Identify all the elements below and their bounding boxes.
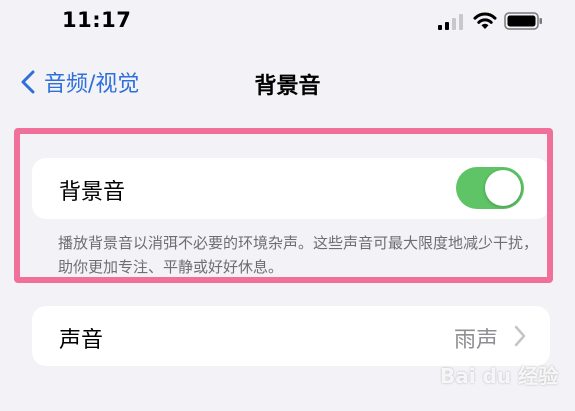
sound-value: 雨声 (453, 328, 498, 353)
chevron-right-icon (514, 325, 526, 347)
background-sounds-footnote: 播放背景音以消弭不必要的环境杂声。这些声音可最大限度地减少干扰，助你更加专注、平… (58, 234, 539, 276)
wifi-icon (473, 12, 497, 29)
page-title: 背景音 (254, 74, 321, 99)
status-time: 11:17 (62, 8, 132, 32)
status-bar: 11:17 (0, 0, 575, 46)
navigation-bar: 音频/视觉 背景音 (0, 58, 575, 106)
background-sounds-toggle[interactable] (456, 167, 524, 209)
background-sounds-row: 背景音 (32, 158, 550, 219)
sound-row[interactable]: 声音 雨声 (32, 306, 550, 366)
sound-label: 声音 (59, 328, 104, 353)
battery-icon (504, 12, 542, 30)
background-sounds-label: 背景音 (59, 180, 126, 205)
toggle-knob (485, 170, 521, 206)
cellular-signal-icon (438, 14, 463, 30)
watermark: Bai du 经验 (440, 364, 559, 388)
